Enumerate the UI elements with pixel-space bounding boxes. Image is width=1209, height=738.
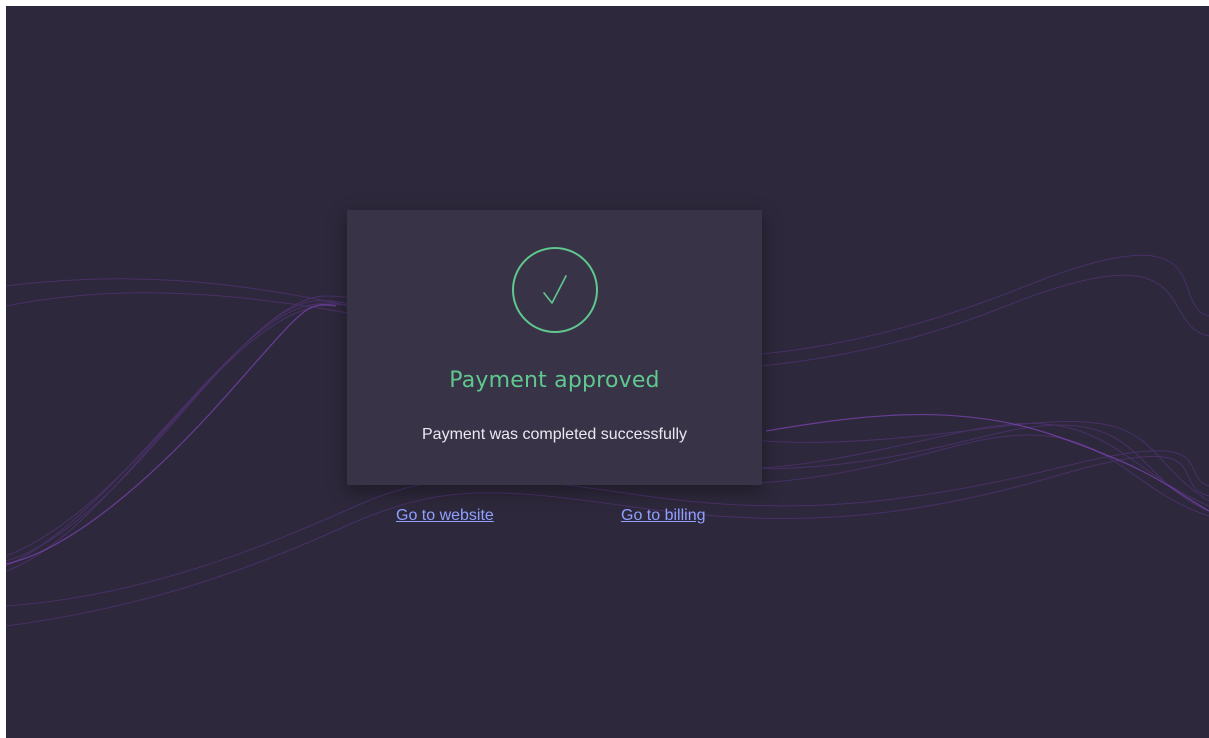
status-message: Payment was completed successfully xyxy=(422,426,687,443)
status-title: Payment approved xyxy=(449,368,660,393)
go-to-website-link[interactable]: Go to website xyxy=(396,507,494,525)
checkmark-circle-icon xyxy=(512,247,598,333)
go-to-billing-link[interactable]: Go to billing xyxy=(621,507,706,525)
payment-status-card: Payment approved Payment was completed s… xyxy=(347,210,762,485)
page-background: Payment approved Payment was completed s… xyxy=(6,6,1209,738)
